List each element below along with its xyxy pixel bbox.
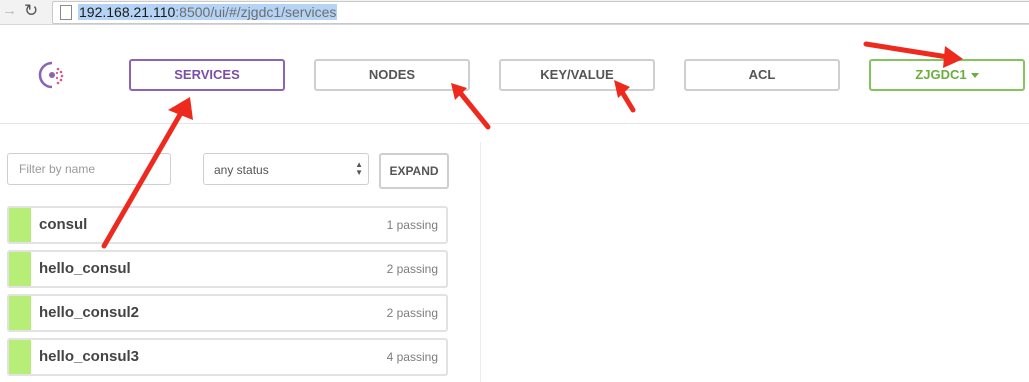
back-arrow-icon[interactable]: → [2, 2, 17, 19]
status-select[interactable]: any status ▲ ▼ [203, 153, 369, 185]
nav-key-value-button[interactable]: KEY/VALUE [499, 59, 655, 91]
reload-icon[interactable]: ↻ [24, 1, 38, 21]
service-check-status: 1 passing [386, 218, 438, 232]
top-navigation: SERVICES NODES KEY/VALUE ACL ZJGDC1 [0, 25, 1029, 124]
url-host: 192.168.21.110 [79, 4, 176, 20]
service-row-consul[interactable]: consul 1 passing [7, 206, 448, 244]
service-row-hello-consul[interactable]: hello_consul 2 passing [7, 250, 448, 288]
nav-services-button[interactable]: SERVICES [129, 59, 285, 91]
status-indicator [9, 208, 31, 242]
status-select-value: any status [214, 163, 269, 177]
service-check-status: 4 passing [386, 350, 438, 364]
status-indicator [9, 252, 31, 286]
select-arrows-icon: ▲ ▼ [355, 160, 363, 177]
service-check-status: 2 passing [386, 306, 438, 320]
status-indicator [9, 340, 31, 374]
caret-down-icon [970, 73, 979, 79]
consul-logo-icon[interactable] [37, 60, 67, 90]
status-indicator [9, 296, 31, 330]
address-bar[interactable]: 192.168.21.110:8500/ui/#/zjgdc1/services [52, 1, 1029, 24]
service-check-status: 2 passing [386, 262, 438, 276]
nav-nodes-button[interactable]: NODES [314, 59, 470, 91]
filter-by-name-input[interactable] [7, 153, 171, 185]
url-path: :8500/ui/#/zjgdc1/services [175, 4, 337, 20]
service-row-hello-consul3[interactable]: hello_consul3 4 passing [7, 338, 448, 376]
datacenter-dropdown[interactable]: ZJGDC1 [869, 59, 1025, 91]
page-icon [60, 5, 72, 20]
panel-divider [480, 142, 481, 382]
expand-button[interactable]: EXPAND [379, 153, 449, 189]
service-name: consul [39, 216, 88, 233]
url-text[interactable]: 192.168.21.110:8500/ui/#/zjgdc1/services [78, 4, 338, 20]
service-row-hello-consul2[interactable]: hello_consul2 2 passing [7, 294, 448, 332]
datacenter-label: ZJGDC1 [915, 67, 967, 82]
service-name: hello_consul2 [39, 304, 140, 321]
service-name: hello_consul3 [39, 348, 140, 365]
service-name: hello_consul [39, 260, 131, 277]
browser-toolbar: → ↻ 192.168.21.110:8500/ui/#/zjgdc1/serv… [0, 0, 1029, 25]
nav-acl-button[interactable]: ACL [684, 59, 840, 91]
